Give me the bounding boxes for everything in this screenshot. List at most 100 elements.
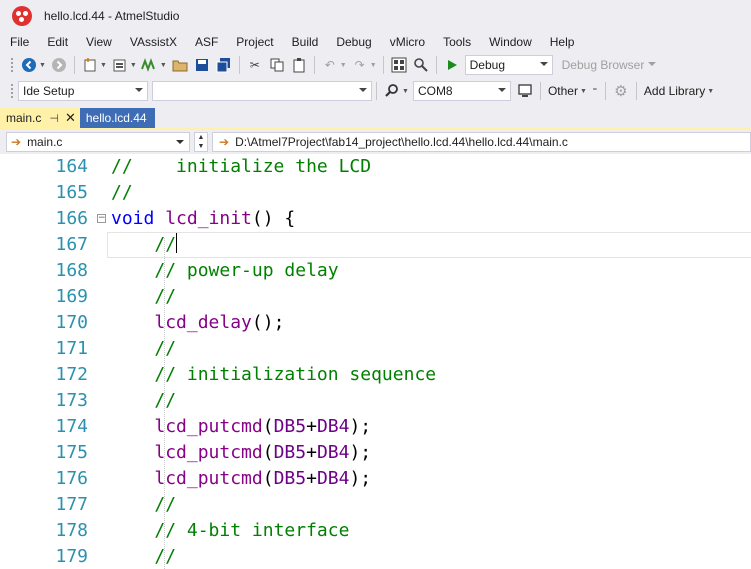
code-line[interactable]: 175 lcd_putcmd(DB5+DB4); xyxy=(0,440,751,466)
file-path-select[interactable]: ➔ D:\Atmel7Project\fab14_project\hello.l… xyxy=(212,132,751,152)
add-item-icon[interactable] xyxy=(110,55,130,75)
solution-configuration-select[interactable]: Debug xyxy=(464,55,553,75)
code-text[interactable]: // xyxy=(111,284,176,310)
navigation-spinner[interactable]: ▲ ▼ xyxy=(194,132,208,152)
search-dropdown-icon[interactable]: ▼ xyxy=(402,88,409,95)
start-debugging-icon[interactable] xyxy=(442,55,462,75)
find-icon[interactable] xyxy=(411,55,431,75)
toolbar-grip[interactable] xyxy=(10,57,14,73)
toolbar-grip[interactable] xyxy=(10,83,14,99)
serial-monitor-icon[interactable] xyxy=(515,81,535,101)
toolbar-separator xyxy=(313,56,315,74)
waveform-tool-icon[interactable] xyxy=(140,55,160,75)
menu-view[interactable]: View xyxy=(76,33,120,51)
save-all-icon[interactable] xyxy=(214,55,234,75)
save-icon[interactable] xyxy=(192,55,212,75)
code-text[interactable]: // xyxy=(111,492,176,518)
code-text[interactable]: // power-up delay xyxy=(111,258,338,284)
back-icon[interactable] xyxy=(19,55,39,75)
other-menu-button[interactable]: Other xyxy=(545,84,581,98)
debug-browser-label: Debug Browser xyxy=(561,58,645,72)
menu-tools[interactable]: Tools xyxy=(433,33,479,51)
code-line[interactable]: 173 // xyxy=(0,388,751,414)
code-line[interactable]: 169 // xyxy=(0,284,751,310)
debug-browser-select[interactable]: Debug Browser xyxy=(556,55,661,75)
toolbar-overflow-icon[interactable]: ⁼ xyxy=(590,81,600,101)
code-text[interactable]: void lcd_init() { xyxy=(111,206,295,232)
code-text[interactable]: // initialize the LCD xyxy=(111,154,371,180)
code-line[interactable]: 164 // initialize the LCD xyxy=(0,154,751,180)
code-line[interactable]: 171 // xyxy=(0,336,751,362)
add-library-button[interactable]: Add Library xyxy=(641,84,708,98)
spin-down-icon[interactable]: ▼ xyxy=(195,142,207,151)
menu-file[interactable]: File xyxy=(0,33,37,51)
code-line[interactable]: 168 // power-up delay xyxy=(0,258,751,284)
code-line[interactable]: 165 // xyxy=(0,180,751,206)
code-line[interactable]: 172 // initialization sequence xyxy=(0,362,751,388)
new-project-icon[interactable] xyxy=(80,55,100,75)
code-line[interactable]: 166− void lcd_init() { xyxy=(0,206,751,232)
code-text[interactable]: // initialization sequence xyxy=(111,362,436,388)
code-text[interactable]: lcd_putcmd(DB5+DB4); xyxy=(111,466,371,492)
redo-icon[interactable]: ↷ xyxy=(350,55,370,75)
settings-gear-icon[interactable]: ⚙ xyxy=(611,81,631,101)
toolbar-separator xyxy=(604,82,606,100)
close-icon[interactable]: ✕ xyxy=(65,110,76,126)
add-item-dropdown-icon[interactable]: ▼ xyxy=(130,62,137,69)
copy-icon[interactable] xyxy=(267,55,287,75)
menu-help[interactable]: Help xyxy=(540,33,583,51)
spin-up-icon[interactable]: ▲ xyxy=(195,133,207,142)
code-line[interactable]: 167 // xyxy=(0,232,751,258)
code-line[interactable]: 170 lcd_delay(); xyxy=(0,310,751,336)
code-text[interactable]: lcd_putcmd(DB5+DB4); xyxy=(111,440,371,466)
menu-window[interactable]: Window xyxy=(479,33,540,51)
other-dropdown-icon[interactable]: ▼ xyxy=(580,88,587,95)
code-text[interactable]: // 4-bit interface xyxy=(111,518,349,544)
code-line[interactable]: 178 // 4-bit interface xyxy=(0,518,751,544)
menu-asf[interactable]: ASF xyxy=(185,33,226,51)
code-text[interactable]: // xyxy=(111,232,178,258)
new-project-dropdown-icon[interactable]: ▼ xyxy=(100,62,107,69)
forward-icon[interactable] xyxy=(49,55,69,75)
undo-icon[interactable]: ↶ xyxy=(320,55,340,75)
tab-hello-lcd-44[interactable]: hello.lcd.44 xyxy=(79,108,155,128)
code-text[interactable]: // xyxy=(111,544,176,569)
cut-icon[interactable]: ✂ xyxy=(245,55,265,75)
tab-main-c[interactable]: main.c ⊣ ✕ xyxy=(0,108,80,128)
open-folder-icon[interactable] xyxy=(170,55,190,75)
code-line[interactable]: 176 lcd_putcmd(DB5+DB4); xyxy=(0,466,751,492)
code-line[interactable]: 179 // xyxy=(0,544,751,569)
ide-setup-select[interactable]: Ide Setup xyxy=(18,81,148,101)
code-text[interactable]: lcd_delay(); xyxy=(111,310,284,336)
collapse-icon[interactable]: − xyxy=(97,214,106,223)
code-text[interactable]: // xyxy=(111,388,176,414)
menu-vassistx[interactable]: VAssistX xyxy=(120,33,185,51)
code-text[interactable]: // xyxy=(111,180,133,206)
paste-icon[interactable] xyxy=(289,55,309,75)
waveform-dropdown-icon[interactable]: ▼ xyxy=(160,62,167,69)
menu-vmicro[interactable]: vMicro xyxy=(380,33,433,51)
code-editor[interactable]: 164// initialize the LCD 165//166− void lc… xyxy=(0,154,751,569)
menu-debug[interactable]: Debug xyxy=(326,33,379,51)
vmicro-toolbar: Ide Setup ▼ COM8 Other ▼ ⁼ ⚙ Add Library… xyxy=(0,78,751,104)
toolbar-separator xyxy=(238,56,240,74)
solution-explorer-icon[interactable] xyxy=(389,55,409,75)
tab-label: hello.lcd.44 xyxy=(85,111,147,125)
code-text[interactable]: lcd_putcmd(DB5+DB4); xyxy=(111,414,371,440)
add-library-dropdown-icon[interactable]: ▼ xyxy=(707,88,714,95)
back-dropdown-icon[interactable]: ▼ xyxy=(39,62,46,69)
menu-build[interactable]: Build xyxy=(282,33,327,51)
board-select[interactable] xyxy=(152,81,372,101)
serial-port-select[interactable]: COM8 xyxy=(412,81,511,101)
code-text[interactable]: // xyxy=(111,336,176,362)
menu-edit[interactable]: Edit xyxy=(37,33,76,51)
undo-dropdown-icon[interactable]: ▼ xyxy=(340,62,347,69)
menu-project[interactable]: Project xyxy=(226,33,281,51)
code-line[interactable]: 174 lcd_putcmd(DB5+DB4); xyxy=(0,414,751,440)
code-line[interactable]: 177 // xyxy=(0,492,751,518)
search-icon[interactable] xyxy=(382,81,402,101)
atmel-studio-app-icon[interactable] xyxy=(12,6,32,26)
redo-dropdown-icon[interactable]: ▼ xyxy=(370,62,377,69)
pin-icon[interactable]: ⊣ xyxy=(49,112,59,125)
file-scope-select[interactable]: ➔ main.c xyxy=(6,132,190,152)
